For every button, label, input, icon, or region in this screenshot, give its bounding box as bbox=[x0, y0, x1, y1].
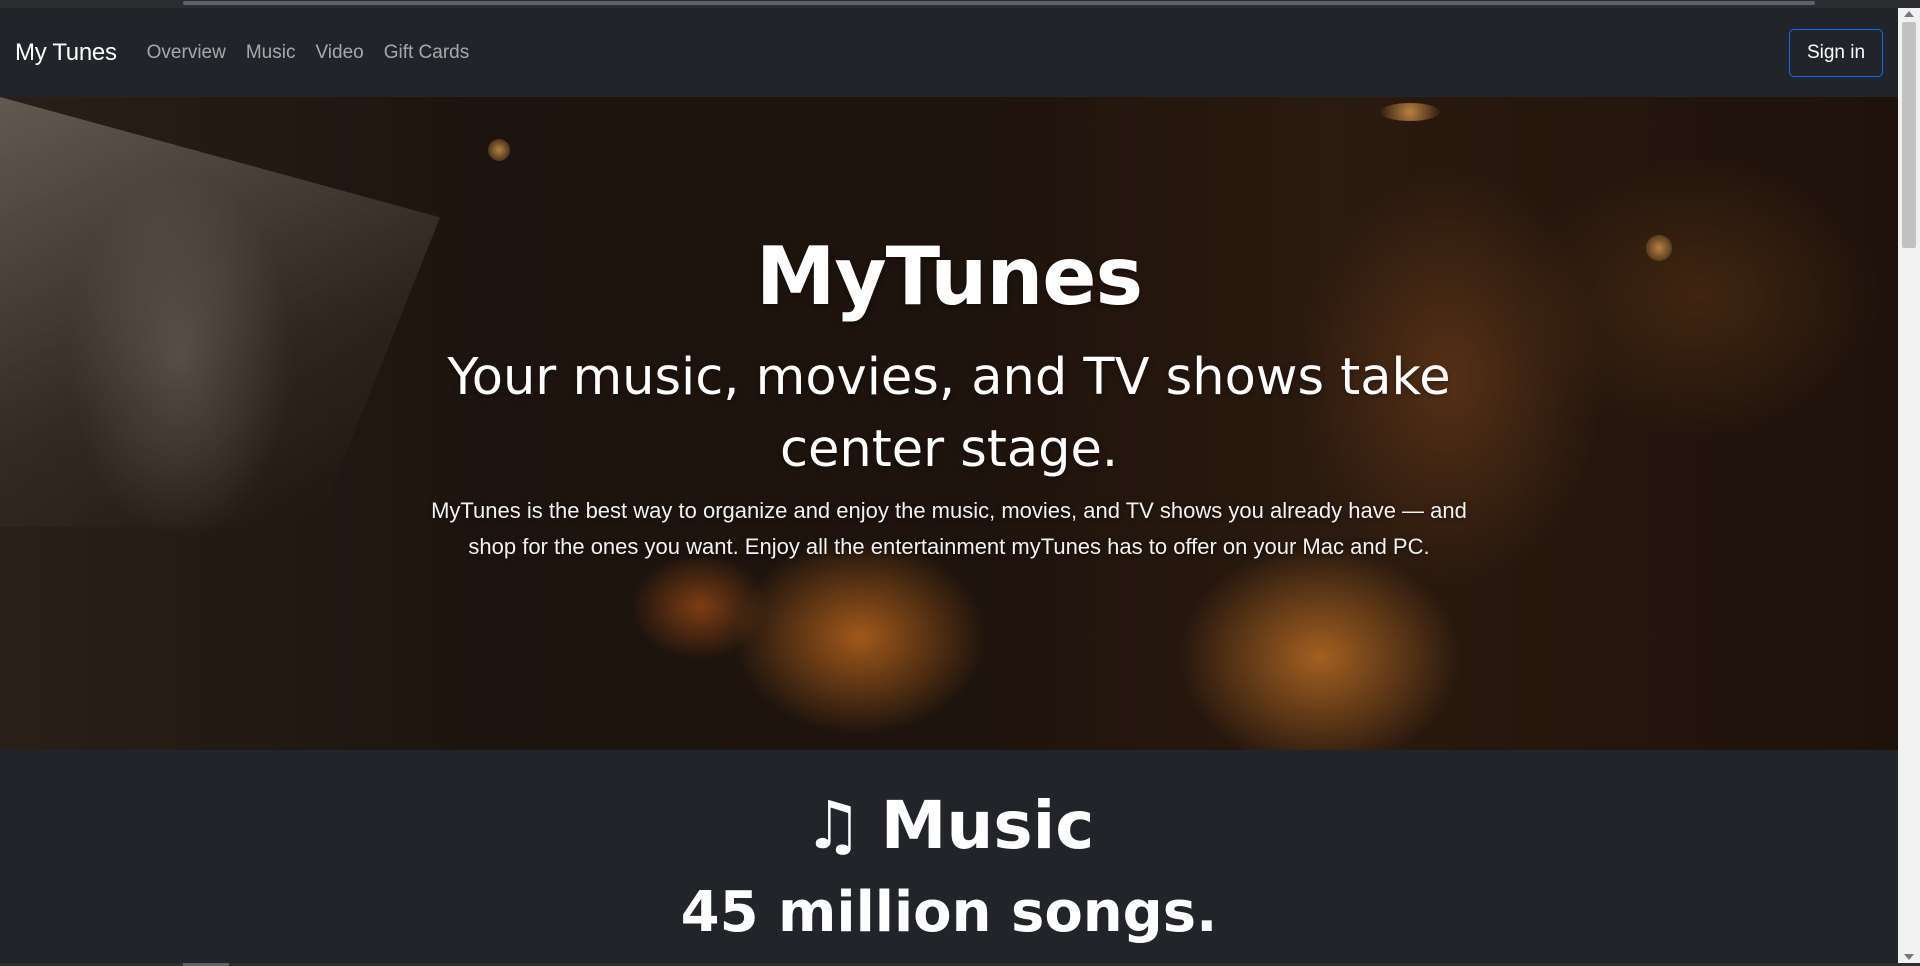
nav-link-music[interactable]: Music bbox=[246, 42, 296, 64]
browser-top-strip bbox=[0, 0, 1920, 8]
hero-banner: MyTunes Your music, movies, and TV shows… bbox=[0, 97, 1898, 750]
scroll-down-arrow-icon[interactable] bbox=[1904, 954, 1914, 960]
nav-link-overview[interactable]: Overview bbox=[147, 42, 226, 64]
music-subheading: 45 million songs. bbox=[680, 880, 1218, 945]
music-heading: ♫ Music bbox=[0, 787, 1898, 864]
hero-description: MyTunes is the best way to organize and … bbox=[431, 498, 1467, 559]
music-section: ♫ Music 45 million songs. bbox=[0, 750, 1898, 963]
music-note-icon: ♫ bbox=[803, 787, 863, 864]
scrollbar-thumb[interactable] bbox=[1902, 22, 1916, 248]
hero-title: MyTunes bbox=[755, 230, 1143, 323]
nav-links: Overview Music Video Gift Cards bbox=[147, 42, 490, 64]
top-scroll-indicator bbox=[183, 1, 1815, 5]
nav-link-video[interactable]: Video bbox=[315, 42, 363, 64]
vertical-scrollbar[interactable] bbox=[1898, 8, 1920, 963]
sign-in-button[interactable]: Sign in bbox=[1789, 29, 1883, 77]
nav-link-gift-cards[interactable]: Gift Cards bbox=[384, 42, 470, 64]
brand-link[interactable]: My Tunes bbox=[15, 39, 117, 67]
hero-subtitle: Your music, movies, and TV shows take ce… bbox=[447, 348, 1451, 479]
scroll-up-arrow-icon[interactable] bbox=[1904, 11, 1914, 17]
navbar: My Tunes Overview Music Video Gift Cards… bbox=[0, 8, 1898, 97]
music-heading-text: Music bbox=[880, 787, 1095, 864]
